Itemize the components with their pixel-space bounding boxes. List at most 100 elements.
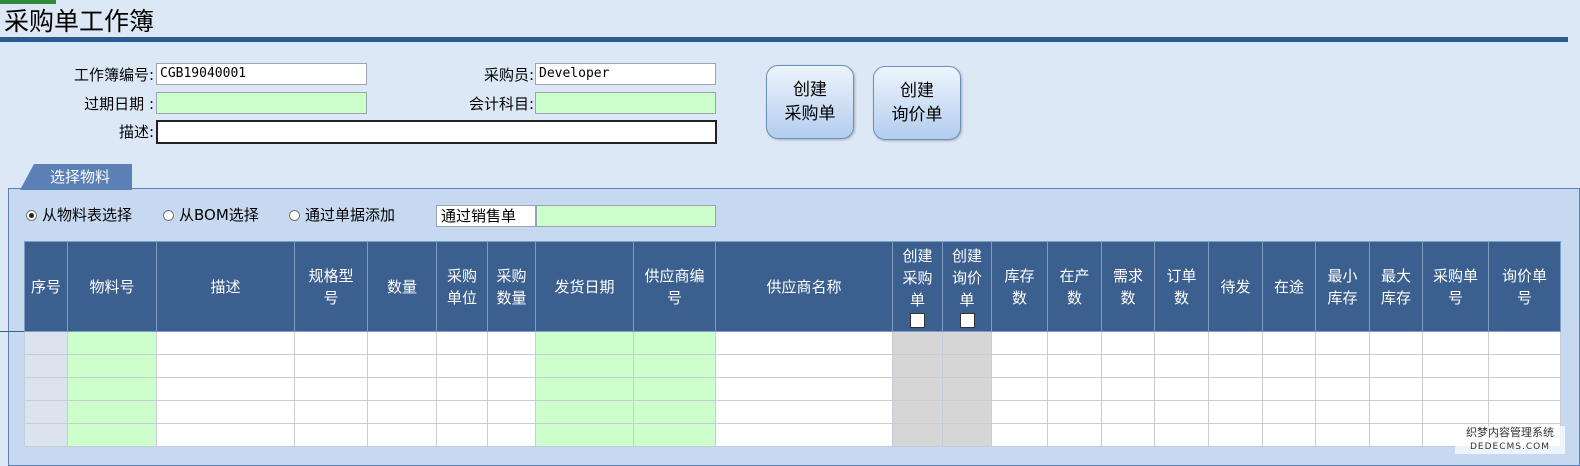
table-cell[interactable] [1047,377,1102,401]
table-cell[interactable] [294,377,368,401]
table-cell[interactable] [535,423,634,447]
table-cell[interactable] [1208,354,1263,378]
table-cell[interactable] [633,423,716,447]
table-cell[interactable] [892,400,943,424]
table-cell[interactable] [487,377,536,401]
table-cell[interactable] [1315,423,1370,447]
table-cell[interactable] [715,377,893,401]
table-cell[interactable] [633,354,716,378]
column-header[interactable]: 在途 [1262,241,1316,332]
table-cell[interactable] [487,331,536,355]
table-cell[interactable] [1488,400,1561,424]
table-cell[interactable] [67,354,157,378]
column-header[interactable]: 最大 库存 [1369,241,1423,332]
table-cell[interactable] [535,377,634,401]
table-cell[interactable] [715,354,893,378]
column-header[interactable]: 采购 单位 [436,241,488,332]
table-cell[interactable] [1422,331,1489,355]
table-cell[interactable] [633,331,716,355]
table-cell[interactable] [1262,423,1316,447]
table-cell[interactable] [1315,400,1370,424]
table-cell[interactable] [1208,400,1263,424]
table-cell[interactable] [942,331,992,355]
description-field[interactable] [156,120,717,144]
select-all-checkbox[interactable] [959,313,975,328]
table-cell[interactable] [367,423,437,447]
table-cell[interactable] [1208,377,1263,401]
column-header[interactable]: 供应商编号 [633,241,716,332]
table-cell[interactable] [892,423,943,447]
column-header[interactable]: 描述 [156,241,295,332]
table-cell[interactable] [294,331,368,355]
table-cell[interactable] [1262,354,1316,378]
table-cell[interactable] [156,400,295,424]
create-purchase-order-button[interactable]: 创建 采购单 [766,65,854,139]
buyer-field[interactable]: Developer [535,63,716,85]
tab-select-material[interactable]: 选择物料 [20,164,132,190]
table-cell[interactable] [1369,354,1423,378]
table-cell[interactable] [892,331,943,355]
table-cell[interactable] [942,400,992,424]
radio-from-document[interactable]: 通过单据添加 [289,205,395,225]
table-cell[interactable] [436,400,488,424]
table-cell[interactable] [715,400,893,424]
table-cell[interactable] [1101,400,1155,424]
table-cell[interactable] [535,354,634,378]
column-header[interactable]: 库存数 [991,241,1048,332]
table-cell[interactable] [367,331,437,355]
table-cell[interactable] [436,377,488,401]
table-cell[interactable] [1154,354,1209,378]
column-header[interactable]: 创建 询价单 [942,241,992,332]
table-cell[interactable] [1262,377,1316,401]
table-cell[interactable] [67,377,157,401]
table-cell[interactable] [633,377,716,401]
table-cell[interactable] [1101,354,1155,378]
column-header[interactable]: 物料号 [67,241,157,332]
table-cell[interactable] [1208,423,1263,447]
table-cell[interactable] [991,423,1048,447]
table-cell[interactable] [1315,354,1370,378]
table-cell[interactable] [1315,377,1370,401]
table-cell[interactable] [1047,354,1102,378]
table-cell[interactable] [487,400,536,424]
table-cell[interactable] [1208,331,1263,355]
column-header[interactable]: 最小 库存 [1315,241,1370,332]
table-cell[interactable] [1154,331,1209,355]
table-cell[interactable] [1154,400,1209,424]
table-cell[interactable] [1488,377,1561,401]
table-cell[interactable] [1047,423,1102,447]
table-cell[interactable] [1101,377,1155,401]
column-header[interactable]: 序号 [24,241,68,332]
table-cell[interactable] [1154,423,1209,447]
table-cell[interactable] [1315,331,1370,355]
expire-date-field[interactable] [156,92,367,114]
table-cell[interactable] [535,400,634,424]
radio-from-bom[interactable]: 从BOM选择 [163,205,259,225]
table-cell[interactable] [1422,377,1489,401]
table-cell[interactable] [1488,331,1561,355]
radio-from-material-list[interactable]: 从物料表选择 [26,205,132,225]
column-header[interactable]: 供应商名称 [715,241,893,332]
column-header[interactable]: 采购 数量 [487,241,536,332]
sales-order-field[interactable] [536,205,716,227]
select-all-checkbox[interactable] [910,313,925,328]
table-cell[interactable] [294,423,368,447]
table-cell[interactable] [1369,377,1423,401]
table-cell[interactable] [942,377,992,401]
table-cell[interactable] [1422,400,1489,424]
table-cell[interactable] [156,354,295,378]
column-header[interactable]: 采购单号 [1422,241,1489,332]
table-cell[interactable] [487,423,536,447]
column-header[interactable]: 规格型号 [294,241,368,332]
column-header[interactable]: 询价单号 [1488,241,1561,332]
table-cell[interactable] [156,423,295,447]
column-header[interactable]: 创建 采购单 [892,241,943,332]
table-cell[interactable] [991,354,1048,378]
table-cell[interactable] [1369,423,1423,447]
table-cell[interactable] [991,331,1048,355]
table-cell[interactable] [1422,354,1489,378]
workbook-no-field[interactable]: CGB19040001 [156,63,367,85]
table-cell[interactable] [942,354,992,378]
table-cell[interactable] [1101,423,1155,447]
table-cell[interactable] [156,377,295,401]
